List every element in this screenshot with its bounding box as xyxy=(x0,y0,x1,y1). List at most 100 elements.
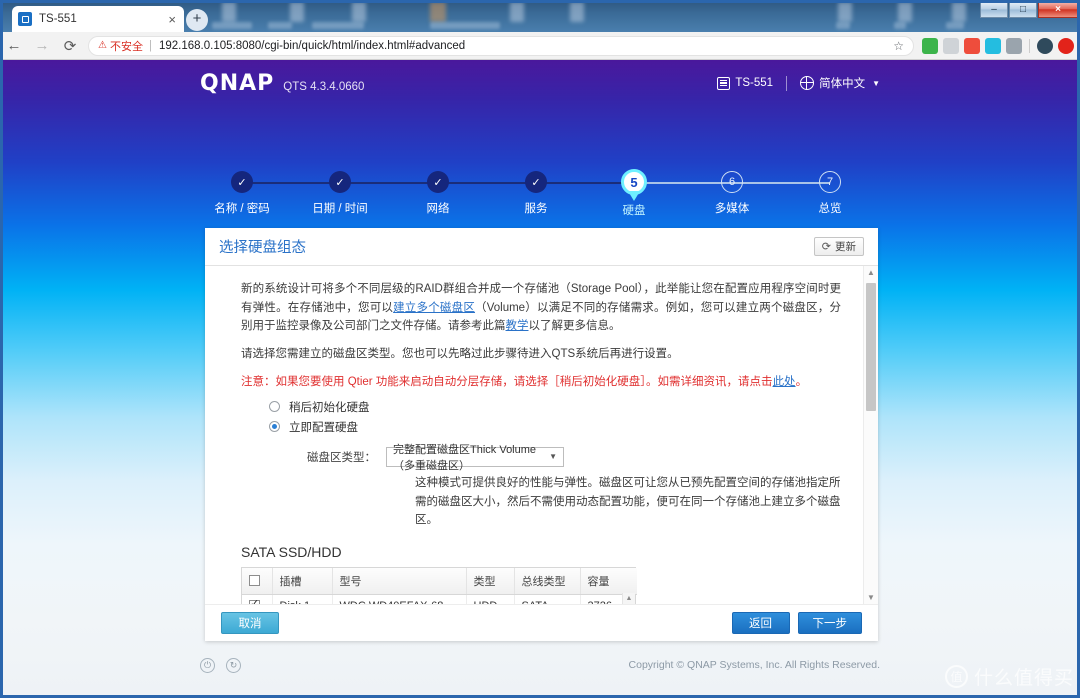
refresh-button[interactable]: ⟳ 更新 xyxy=(813,237,864,256)
cell-type: HDD xyxy=(466,594,515,604)
intro-paragraph-post: 以了解更多信息。 xyxy=(528,320,621,333)
minimize-button[interactable]: – xyxy=(980,1,1008,18)
step-7-label: 总览 xyxy=(818,203,842,215)
step-services[interactable]: ✓ 服务 xyxy=(486,168,586,216)
disk-table-section: SATA SSD/HDD 插槽 型号 类型 总线类型 容量 ✓ ▲ xyxy=(241,544,841,604)
globe-extension-icon[interactable] xyxy=(922,37,938,54)
close-button[interactable]: × xyxy=(1038,1,1078,18)
browser-window: – □ × TS-551 × + ← → ⟳ ⚠ 不安全 | 192.168.0… xyxy=(0,0,1080,698)
qnap-header: QNAP QTS 4.3.4.0660 TS-551 简体中文 ▼ xyxy=(0,60,1080,106)
radio-later-control[interactable] xyxy=(269,401,280,413)
tab-close-icon[interactable]: × xyxy=(166,13,178,26)
cancel-button[interactable]: 取消 xyxy=(221,611,279,634)
power-icon[interactable]: ⏻ xyxy=(200,657,215,673)
step-date-time[interactable]: ✓ 日期 / 时间 xyxy=(290,168,390,216)
bookmark-star-icon[interactable]: ☆ xyxy=(893,39,904,53)
row-checkbox-cell[interactable] xyxy=(242,594,273,604)
column-header-slot: 插槽 xyxy=(272,567,333,595)
watermark-text: 什么值得买 xyxy=(973,668,1074,689)
step-2-indicator: ✓ xyxy=(329,171,351,193)
step-6-indicator: 6 xyxy=(721,171,743,193)
cell-model: WDC WD40EFAX-68JH4N0... xyxy=(332,594,467,604)
header-divider xyxy=(786,75,788,91)
step-summary[interactable]: 7 总览 xyxy=(780,168,880,216)
disk-table: 插槽 型号 类型 总线类型 容量 ✓ ▲ xyxy=(241,566,637,604)
step-multimedia[interactable]: 6 多媒体 xyxy=(682,168,782,216)
step-4-label: 服务 xyxy=(524,203,548,215)
toolbar-divider xyxy=(1029,38,1030,53)
chevron-down-icon: ▼ xyxy=(549,452,557,462)
step-5-indicator: 5 xyxy=(621,169,647,201)
qnap-favicon-icon xyxy=(18,12,32,26)
page-footer: ⏻ ↻ Copyright © QNAP Systems, Inc. All R… xyxy=(0,648,1080,682)
maximize-button[interactable]: □ xyxy=(1009,1,1037,18)
volume-type-value: 完整配置磁盘区Thick Volume（多重磁盘区） xyxy=(393,443,537,472)
step-network[interactable]: ✓ 网络 xyxy=(388,168,488,216)
back-icon[interactable]: ← xyxy=(0,32,28,60)
select-all-checkbox[interactable] xyxy=(249,575,260,587)
opera-extension-icon[interactable] xyxy=(1058,37,1074,54)
radio-option-now[interactable]: 立即配置硬盘 xyxy=(269,419,841,435)
step-7-indicator: 7 xyxy=(819,171,841,193)
window-controls: – □ × xyxy=(980,1,1078,18)
new-tab-button[interactable]: + xyxy=(186,9,208,31)
panel-scroll-thumb[interactable] xyxy=(866,283,876,411)
browser-tab[interactable]: TS-551 × xyxy=(12,6,184,32)
step-disks[interactable]: 5 硬盘 xyxy=(584,168,684,218)
tutorial-link[interactable]: 教学 xyxy=(506,320,529,332)
nas-icon xyxy=(717,76,731,90)
shield-extension-icon[interactable] xyxy=(943,37,959,54)
reload-icon[interactable]: ⟳ xyxy=(56,32,84,60)
step-3-indicator: ✓ xyxy=(427,171,449,193)
profile-avatar-icon[interactable] xyxy=(1037,37,1053,54)
insecure-warning-icon: ⚠ xyxy=(98,40,107,51)
panel-header: 选择硬盘组态 ⟳ 更新 xyxy=(205,228,878,266)
bookmarks-extension-icon[interactable] xyxy=(964,37,980,54)
volume-type-label: 磁盘区类型： xyxy=(307,451,376,464)
qtier-note-suffix: 。 xyxy=(795,375,808,388)
step-1-label: 名称 / 密码 xyxy=(214,203,270,215)
forward-icon[interactable]: → xyxy=(28,32,56,60)
refresh-icon: ⟳ xyxy=(821,241,831,253)
back-button[interactable]: 返回 xyxy=(731,611,790,634)
cell-slot: Disk 1 xyxy=(272,594,333,604)
watermark: 值 什么值得买 xyxy=(944,663,1074,690)
omnibox-separator: | xyxy=(148,39,152,52)
language-label: 简体中文 xyxy=(819,78,866,90)
next-button[interactable]: 下一步 xyxy=(797,611,862,634)
header-right: TS-551 简体中文 ▼ xyxy=(717,75,880,91)
panel-scrollbar[interactable]: ▲ ▼ xyxy=(863,266,878,604)
select-all-header[interactable] xyxy=(242,567,273,595)
table-row[interactable]: Disk 1 WDC WD40EFAX-68JH4N0... HDD SATA … xyxy=(242,594,637,604)
step-4-indicator: ✓ xyxy=(525,171,547,193)
secondary-paragraph: 请选择您需建立的磁盘区类型。您也可以先略过此步骤待进入QTS系统后再进行设置。 xyxy=(241,347,679,360)
clip-extension-icon[interactable] xyxy=(1006,37,1022,54)
step-name-password[interactable]: ✓ 名称 / 密码 xyxy=(192,168,292,216)
qtier-note-link[interactable]: 此处 xyxy=(773,376,796,388)
radio-option-later[interactable]: 稍后初始化硬盘 xyxy=(269,399,841,415)
tab-strip: TS-551 × + xyxy=(0,0,1080,32)
model-name: TS-551 xyxy=(735,77,774,89)
footer-right-buttons: 返回 下一步 xyxy=(731,611,862,634)
address-bar[interactable]: ⚠ 不安全 | 192.168.0.105:8080/cgi-bin/quick… xyxy=(88,35,914,56)
row-checkbox[interactable] xyxy=(249,598,260,604)
scroll-up-icon[interactable]: ▲ xyxy=(623,593,635,604)
column-header-model: 型号 xyxy=(332,567,467,595)
restart-icon[interactable]: ↻ xyxy=(226,657,241,673)
language-selector[interactable]: 简体中文 ▼ xyxy=(800,75,880,91)
step-3-label: 网络 xyxy=(426,203,450,215)
model-chip: TS-551 xyxy=(717,76,774,90)
panel-scroll-content: 新的系统设计可将多个不同层级的RAID群组合并成一个存储池（Storage Po… xyxy=(205,266,863,604)
brand: QNAP QTS 4.3.4.0660 xyxy=(200,71,364,96)
radio-now-control[interactable] xyxy=(269,421,280,433)
qnap-logo: QNAP xyxy=(200,70,275,96)
copyright-text: Copyright © QNAP Systems, Inc. All Right… xyxy=(628,659,880,671)
copy-extension-icon[interactable] xyxy=(985,37,1001,54)
disk-table-scrollbar[interactable]: ▲ ▼ xyxy=(622,592,635,604)
browser-toolbar: ← → ⟳ ⚠ 不安全 | 192.168.0.105:8080/cgi-bin… xyxy=(0,32,1080,60)
panel-scroll-up-icon[interactable]: ▲ xyxy=(864,266,878,279)
tab-title: TS-551 xyxy=(39,13,77,25)
panel-scroll-down-icon[interactable]: ▼ xyxy=(864,591,878,604)
create-volumes-link[interactable]: 建立多个磁盘区 xyxy=(393,302,475,314)
volume-type-select[interactable]: 完整配置磁盘区Thick Volume（多重磁盘区） ▼ xyxy=(386,444,564,472)
